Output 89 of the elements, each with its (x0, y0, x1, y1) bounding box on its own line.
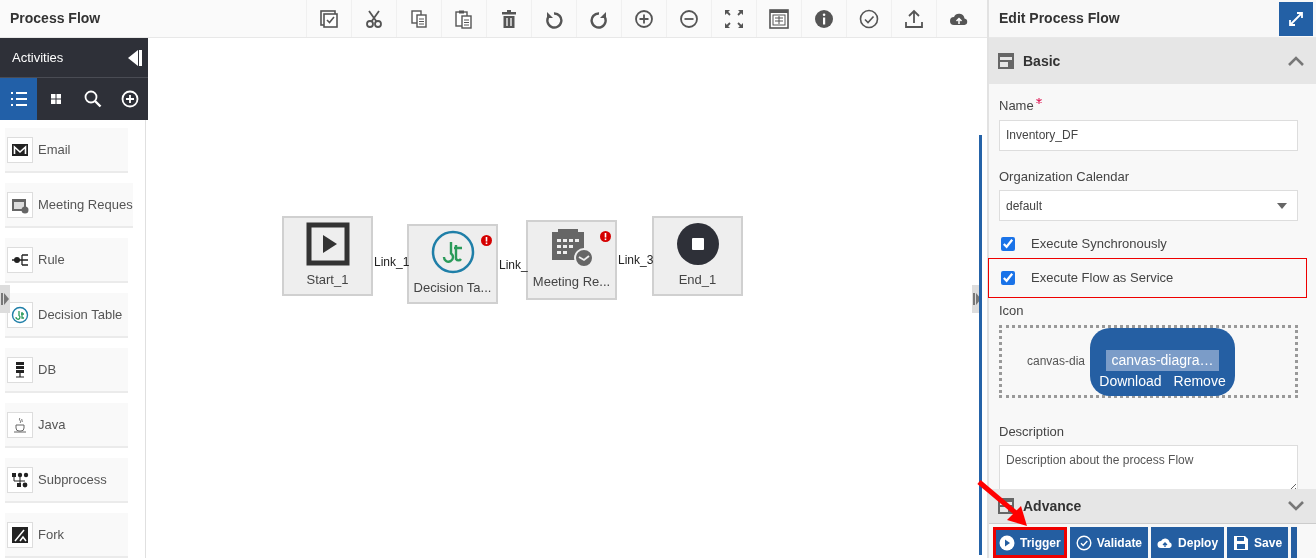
file-label: canvas-dia (1027, 353, 1086, 370)
button-edge (1291, 527, 1298, 558)
node-label: End_1 (678, 271, 717, 290)
activity-item[interactable]: Meeting Reques (5, 183, 133, 228)
calendar-clock-icon (549, 228, 594, 269)
zoom-in-icon (634, 8, 654, 29)
info-icon (814, 8, 834, 29)
copy-icon (409, 8, 429, 29)
list-view-tab[interactable] (0, 78, 37, 120)
page-title: Process Flow (9, 9, 102, 28)
flow-node[interactable]: Start_1 (282, 216, 373, 296)
flow-node[interactable]: End_1 (652, 216, 743, 296)
form-icon (997, 52, 1015, 70)
coffee-cup-icon (11, 415, 29, 434)
flow-node[interactable]: Meeting Re... (526, 220, 617, 300)
section-header[interactable]: Advance (989, 489, 1316, 524)
toolbar-action-button[interactable]: Validate (1069, 527, 1149, 558)
field-label: Icon (999, 302, 1025, 320)
activity-label: Meeting Reques (38, 195, 133, 214)
activity-item[interactable]: Decision Table (5, 293, 128, 338)
expand-handle-icon[interactable] (1, 293, 9, 305)
warning-icon (600, 231, 611, 243)
dt-circle-icon (430, 230, 475, 275)
zoom-out-icon (679, 8, 699, 29)
checked-pages-icon (319, 8, 339, 29)
calendar-select[interactable]: default (999, 190, 1298, 221)
add-circle-icon (120, 90, 139, 108)
dropdown-caret-icon (1277, 202, 1287, 209)
activity-label: Fork (38, 525, 64, 544)
overview-window-icon (769, 8, 789, 29)
flow-node[interactable]: Decision Ta... (407, 224, 498, 304)
dt-circle-icon (11, 305, 29, 324)
activity-label: Rule (38, 250, 65, 269)
section-header[interactable]: Basic (989, 38, 1316, 84)
search-icon (83, 90, 102, 108)
clipboard-icon (454, 8, 474, 29)
list-icon (9, 90, 28, 108)
upload-icon (904, 8, 924, 29)
node-label: Decision Ta... (413, 279, 492, 298)
toolbar-action-button[interactable]: Save (1227, 527, 1289, 558)
activity-item[interactable]: Email (5, 128, 128, 173)
checkbox[interactable] (1001, 271, 1015, 285)
expand-button[interactable] (1279, 1, 1313, 36)
expand-corners-icon (724, 8, 744, 29)
section-title: Advance (1023, 496, 1082, 516)
fork-icon (11, 525, 29, 544)
field-label: Name (999, 97, 1034, 115)
file-action-link[interactable]: Download (1099, 370, 1162, 392)
link-label: Link_3 (618, 252, 654, 269)
section-title: Basic (1023, 51, 1061, 71)
node-label: Start_1 (306, 271, 349, 290)
field-label: Organization Calendar (999, 167, 1131, 186)
activity-item[interactable]: Fork (5, 513, 128, 558)
checkbox-label: Execute Synchronously (1031, 235, 1167, 254)
panel-title: Edit Process Flow (999, 9, 1120, 28)
activity-item[interactable]: Subprocess (5, 458, 128, 503)
file-name: canvas-diagra… (1105, 349, 1220, 371)
activity-item[interactable]: DB (5, 348, 128, 393)
play-circle-icon (999, 534, 1015, 551)
activity-label: Java (38, 415, 66, 434)
link-label: Link_1 (374, 254, 410, 271)
play-square-icon (305, 222, 350, 267)
activity-item[interactable]: Rule (5, 238, 128, 283)
trash-icon (499, 8, 519, 29)
scissors-icon (364, 8, 384, 29)
node-graph-icon (11, 470, 29, 489)
link-label: Link_ (499, 257, 528, 274)
panel-title: Activities (12, 48, 64, 67)
field-label: Description (999, 422, 1066, 441)
node-label: Meeting Re... (532, 273, 611, 292)
warning-icon (481, 235, 492, 247)
checkbox-label: Execute Flow as Service (1031, 269, 1174, 288)
file-action-link[interactable]: Remove (1173, 370, 1226, 392)
activity-label: Subprocess (38, 470, 107, 489)
check-circle-icon (859, 8, 879, 29)
stop-circle-icon (675, 222, 720, 267)
toolbar-action-button[interactable]: Deploy (1151, 527, 1225, 558)
activity-label: Decision Table (38, 305, 123, 324)
activity-label: DB (38, 360, 57, 379)
collapse-icon[interactable] (127, 48, 143, 67)
icon-drop-zone[interactable]: canvas-dia canvas-diagra… Download Remove (999, 324, 1298, 398)
checkbox[interactable] (1001, 237, 1015, 251)
activity-label: Email (38, 140, 71, 159)
activity-item[interactable]: Java (5, 403, 128, 448)
scrollbar[interactable] (979, 135, 982, 555)
toolbar-action-button[interactable]: Trigger (993, 527, 1067, 558)
check-circle-icon (1075, 534, 1092, 551)
diagonal-arrows-icon (1288, 10, 1304, 27)
name-field[interactable]: Inventory_DF (999, 119, 1298, 151)
